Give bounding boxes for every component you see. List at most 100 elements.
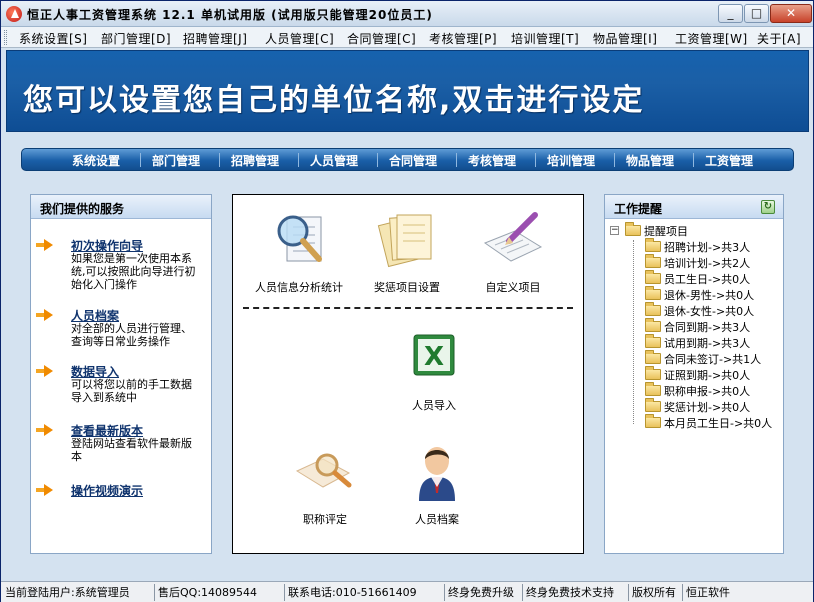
tile-label: 人员档案 xyxy=(415,513,459,526)
reminder-label: 培训计划->共2人 xyxy=(664,257,751,270)
reminder-label: 本月员工生日->共0人 xyxy=(664,417,773,430)
tile-personnel-archive[interactable]: 人员档案 xyxy=(381,443,493,531)
status-divider xyxy=(284,584,285,601)
service-desc: 如果您是第一次使用本系统,可以按照此向导进行初始化入门操作 xyxy=(71,252,196,291)
nav-system[interactable]: 系统设置 xyxy=(72,152,120,169)
folder-icon xyxy=(645,398,661,412)
company-name[interactable]: 您可以设置您自己的单位名称,双击进行设定 xyxy=(23,75,644,119)
reminder-item[interactable]: 招聘计划->共3人 xyxy=(645,238,751,255)
tile-label: 自定义项目 xyxy=(485,281,541,294)
menu-recruit[interactable]: 招聘管理[J] xyxy=(183,30,247,47)
tile-reward-settings[interactable]: 奖惩项目设置 xyxy=(351,203,463,303)
menu-system[interactable]: 系统设置[S] xyxy=(19,30,87,47)
nav-training[interactable]: 培训管理 xyxy=(547,152,595,169)
menu-training[interactable]: 培训管理[T] xyxy=(511,30,579,47)
nav-salary[interactable]: 工资管理 xyxy=(705,152,753,169)
reminder-item[interactable]: 退休-女性->共0人 xyxy=(645,302,755,319)
tree-collapse-toggle[interactable]: − xyxy=(610,226,619,235)
nav-divider xyxy=(693,153,694,167)
services-title: 我们提供的服务 xyxy=(40,202,125,216)
tile-personnel-import[interactable]: X 人员导入 xyxy=(378,333,490,417)
nav-divider xyxy=(614,153,615,167)
reminder-item[interactable]: 退休-男性->共0人 xyxy=(645,286,755,303)
reminder-label: 退休-女性->共0人 xyxy=(664,305,755,318)
documents-stack-icon xyxy=(377,214,432,268)
reminder-item[interactable]: 职称申报->共0人 xyxy=(645,382,751,399)
reminder-label: 招聘计划->共3人 xyxy=(664,241,751,254)
status-divider xyxy=(522,584,523,601)
tile-label: 奖惩项目设置 xyxy=(374,281,440,294)
reminder-item[interactable]: 合同未签订->共1人 xyxy=(645,350,761,367)
refresh-icon[interactable]: ↻ xyxy=(761,200,775,214)
folder-icon xyxy=(645,414,661,428)
status-phone: 联系电话:010-51661409 xyxy=(288,586,417,599)
reminder-item[interactable]: 培训计划->共2人 xyxy=(645,254,751,271)
status-divider xyxy=(444,584,445,601)
reminder-item[interactable]: 证照到期->共0人 xyxy=(645,366,750,383)
menu-department[interactable]: 部门管理[D] xyxy=(101,30,171,47)
tile-personnel-analysis[interactable]: 人员信息分析统计 xyxy=(243,203,355,303)
service-desc: 可以将您以前的手工数据导入到系统中 xyxy=(71,378,192,404)
reminder-label: 职称申报->共0人 xyxy=(664,385,751,398)
menu-bar: 系统设置[S] 部门管理[D] 招聘管理[J] 人员管理[C] 合同管理[C] … xyxy=(1,27,813,48)
reminders-panel: 工作提醒 ↻ − 提醒项目 招聘计划->共3人 培训计划->共2人 员工生日->… xyxy=(604,194,784,554)
minimize-button[interactable]: _ xyxy=(718,4,743,23)
reminder-label: 退休-男性->共0人 xyxy=(664,289,755,302)
service-desc: 对全部的人员进行管理、查询等日常业务操作 xyxy=(71,322,192,348)
folder-icon xyxy=(645,382,661,396)
pencil-paper-icon xyxy=(483,212,543,262)
tile-label: 人员信息分析统计 xyxy=(255,281,343,294)
divider-line xyxy=(243,307,573,309)
nav-personnel[interactable]: 人员管理 xyxy=(310,152,358,169)
nav-assessment[interactable]: 考核管理 xyxy=(468,152,516,169)
reminder-item[interactable]: 奖惩计划->共0人 xyxy=(645,398,751,415)
status-divider xyxy=(682,584,683,601)
status-copyright: 版权所有 xyxy=(632,586,676,599)
status-support: 终身免费技术支持 xyxy=(526,586,614,599)
folder-icon xyxy=(645,254,661,268)
nav-goods[interactable]: 物品管理 xyxy=(626,152,674,169)
tile-label: 人员导入 xyxy=(412,399,456,412)
reminder-label: 奖惩计划->共0人 xyxy=(664,401,751,414)
status-qq: 售后QQ:14089544 xyxy=(158,586,258,599)
title-bar: 恒正人事工资管理系统 12.1 单机试用版 (试用版只能管理20位员工) _ □… xyxy=(1,1,813,27)
tile-title-evaluation[interactable]: 职称评定 xyxy=(269,447,381,531)
folder-icon xyxy=(645,302,661,316)
nav-divider xyxy=(298,153,299,167)
nav-divider xyxy=(456,153,457,167)
arrow-icon xyxy=(36,424,53,436)
tree-root[interactable]: 提醒项目 xyxy=(625,222,688,239)
reminders-title: 工作提醒 xyxy=(614,202,663,216)
close-button[interactable]: ✕ xyxy=(770,4,812,23)
menu-contract[interactable]: 合同管理[C] xyxy=(347,30,416,47)
nav-department[interactable]: 部门管理 xyxy=(152,152,200,169)
reminder-item[interactable]: 员工生日->共0人 xyxy=(645,270,751,287)
reminder-label: 员工生日->共0人 xyxy=(664,273,751,286)
folder-icon xyxy=(645,286,661,300)
reminder-item[interactable]: 本月员工生日->共0人 xyxy=(645,414,773,431)
menu-about[interactable]: 关于[A] xyxy=(757,30,801,47)
menu-personnel[interactable]: 人员管理[C] xyxy=(265,30,334,47)
window-title: 恒正人事工资管理系统 12.1 单机试用版 (试用版只能管理20位员工) xyxy=(27,8,433,22)
company-banner[interactable]: 您可以设置您自己的单位名称,双击进行设定 xyxy=(6,50,809,132)
maximize-button[interactable]: □ xyxy=(744,4,769,23)
menu-salary[interactable]: 工资管理[W] xyxy=(675,30,748,47)
service-link-video[interactable]: 操作视频演示 xyxy=(71,482,143,499)
nav-divider xyxy=(377,153,378,167)
status-user: 当前登陆用户:系统管理员 xyxy=(5,586,130,599)
tile-custom-items[interactable]: 自定义项目 xyxy=(457,203,569,303)
nav-contract[interactable]: 合同管理 xyxy=(389,152,437,169)
arrow-icon xyxy=(36,365,53,377)
reminder-label: 合同到期->共3人 xyxy=(664,321,751,334)
menu-grip-icon xyxy=(4,30,7,45)
menu-assessment[interactable]: 考核管理[P] xyxy=(429,30,497,47)
reminder-item[interactable]: 合同到期->共3人 xyxy=(645,318,751,335)
menu-goods[interactable]: 物品管理[I] xyxy=(593,30,657,47)
folder-icon xyxy=(645,318,661,332)
folder-open-icon xyxy=(625,222,641,236)
nav-recruit[interactable]: 招聘管理 xyxy=(231,152,279,169)
reminder-item[interactable]: 试用到期->共3人 xyxy=(645,334,750,351)
tree-root-label: 提醒项目 xyxy=(644,225,688,238)
tile-label: 职称评定 xyxy=(303,513,347,526)
folder-icon xyxy=(645,238,661,252)
